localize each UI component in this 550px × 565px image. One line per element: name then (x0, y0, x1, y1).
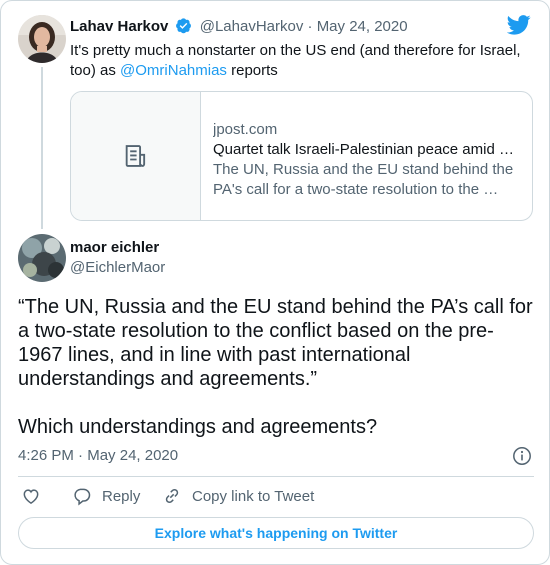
article-icon (125, 145, 146, 167)
link-card-text: jpost.com Quartet talk Israeli-Palestini… (213, 120, 523, 200)
main-author-avatar[interactable] (18, 234, 66, 282)
copy-link-label: Copy link to Tweet (192, 487, 315, 505)
explore-twitter-button[interactable]: Explore what's happening on Twitter (18, 517, 534, 549)
copy-link-button[interactable]: Copy link to Tweet (162, 486, 314, 506)
parent-author-name[interactable]: Lahav Harkov (70, 18, 168, 35)
parent-author-handle[interactable]: @LahavHarkov (200, 18, 304, 35)
reply-button[interactable]: Reply (72, 486, 140, 506)
main-tweet-paragraph: “The UN, Russia and the EU stand behind … (18, 296, 533, 390)
tweet-time: 4:26 PM (18, 447, 74, 464)
reply-icon (74, 488, 91, 506)
header-separator: · (307, 18, 313, 35)
parent-tweet-header: Lahav Harkov @LahavHarkov · May 24, 2020 (70, 17, 408, 40)
info-icon[interactable] (512, 446, 532, 471)
link-description-text: The UN, Russia and the EU stand behind t… (213, 161, 514, 198)
reply-label: Reply (102, 487, 141, 505)
action-divider (18, 476, 534, 477)
link-preview-card[interactable]: jpost.com Quartet talk Israeli-Palestini… (70, 91, 533, 221)
parent-author-avatar[interactable] (18, 15, 66, 63)
link-description: The UN, Russia and the EU stand behind t… (213, 160, 523, 200)
tweet-date: May 24, 2020 (87, 447, 179, 464)
thread-connector-line (41, 67, 43, 229)
parent-tweet-text: It's pretty much a nonstarter on the US … (70, 41, 530, 81)
twitter-bird-icon[interactable] (506, 15, 531, 40)
verified-badge-icon (175, 17, 192, 40)
tweet-timestamp[interactable]: 4:26 PM · May 24, 2020 (18, 446, 178, 466)
main-tweet-paragraph: Which understandings and agreements? (18, 416, 378, 438)
main-author-handle[interactable]: @EichlerMaor (70, 258, 165, 278)
timestamp-separator: · (78, 447, 84, 464)
like-button[interactable] (21, 486, 51, 506)
embedded-tweet-card: Lahav Harkov @LahavHarkov · May 24, 2020… (0, 0, 550, 565)
link-icon (165, 488, 179, 504)
main-tweet-text: “The UN, Russia and the EU stand behind … (18, 295, 538, 463)
parent-tweet-date[interactable]: May 24, 2020 (317, 18, 408, 35)
link-thumbnail (71, 92, 201, 220)
heart-icon (23, 489, 39, 504)
mention-link[interactable]: @OmriNahmias (120, 62, 227, 79)
link-domain: jpost.com (213, 121, 278, 138)
main-author-name[interactable]: maor eichler (70, 238, 159, 258)
parent-text-part: reports (226, 62, 278, 79)
link-title: Quartet talk Israeli-Palestinian peace a… (213, 141, 514, 158)
